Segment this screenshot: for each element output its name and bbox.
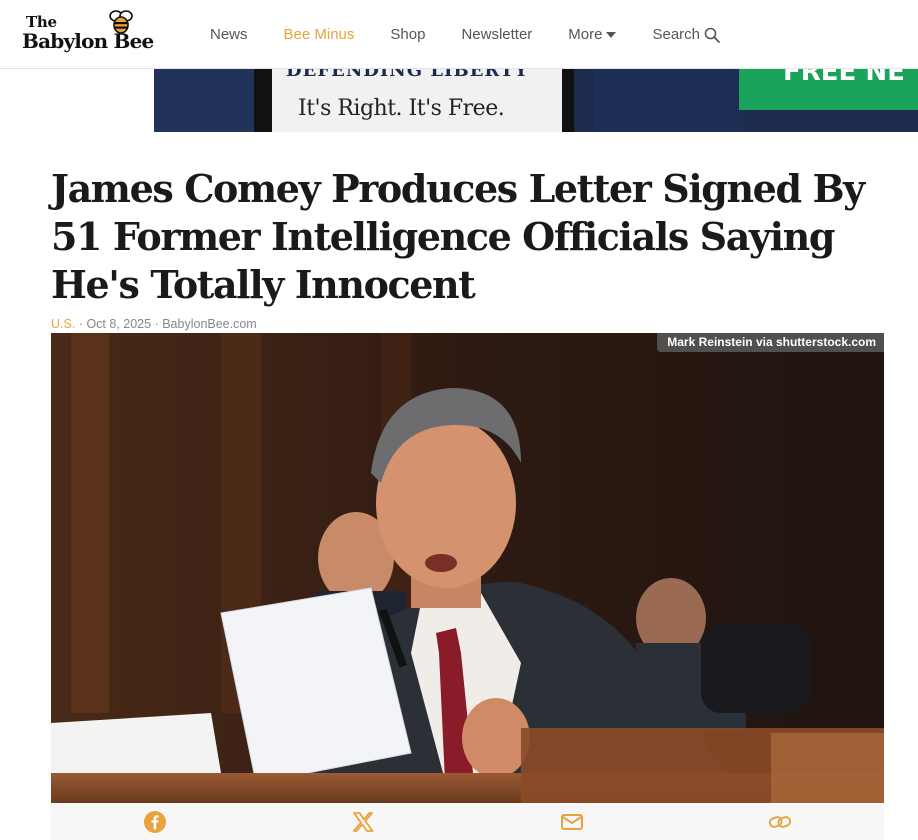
- babylon-bee-logo[interactable]: The Babylon Bee: [22, 10, 172, 56]
- email-icon: [560, 814, 583, 830]
- byline-separator: ·: [154, 317, 159, 331]
- link-icon: [768, 816, 792, 828]
- byline-separator: ·: [78, 317, 83, 331]
- category-link[interactable]: U.S.: [51, 317, 75, 331]
- ad-card-main-text: It's Right. It's Free.: [298, 96, 505, 121]
- share-bar: [51, 804, 884, 840]
- ad-green-text: FREE NE: [783, 69, 905, 87]
- nav-item-search[interactable]: Search: [652, 26, 720, 43]
- facebook-icon: [144, 811, 167, 833]
- caret-down-icon: [606, 31, 617, 38]
- ad-green-block: FREE NE: [739, 69, 918, 110]
- nav-search-label: Search: [652, 26, 701, 43]
- site-header: The Babylon Bee News Bee Minus Shop News…: [0, 0, 918, 69]
- ad-panel-mid: [594, 69, 744, 132]
- search-icon: [704, 27, 720, 43]
- main-nav: News Bee Minus Shop Newsletter More Sear…: [192, 0, 738, 69]
- share-copy-link-button[interactable]: [768, 810, 792, 834]
- x-icon: [353, 812, 374, 832]
- nav-item-shop[interactable]: Shop: [390, 26, 425, 43]
- nav-item-bee-minus[interactable]: Bee Minus: [284, 26, 355, 43]
- nav-item-newsletter[interactable]: Newsletter: [461, 26, 532, 43]
- ad-card-top-text: DEFENDING LIBERTY: [286, 69, 529, 81]
- ad-card: DEFENDING LIBERTY It's Right. It's Free.: [272, 69, 562, 132]
- share-facebook-button[interactable]: [143, 810, 167, 834]
- ad-banner[interactable]: DEFENDING LIBERTY It's Right. It's Free.…: [154, 69, 918, 132]
- photo-credit: Mark Reinstein via shutterstock.com: [657, 333, 884, 352]
- logo-line-2: Babylon Bee: [22, 29, 154, 53]
- share-x-button[interactable]: [351, 810, 375, 834]
- article-headline: James Comey Produces Letter Signed By 51…: [51, 166, 865, 307]
- share-email-button[interactable]: [560, 810, 584, 834]
- article-source: BabylonBee.com: [162, 317, 257, 331]
- nav-more-label: More: [568, 26, 603, 43]
- ad-panel-left: [154, 69, 254, 132]
- article-byline: U.S. · Oct 8, 2025 · BabylonBee.com: [51, 317, 257, 331]
- nav-item-news[interactable]: News: [210, 26, 248, 43]
- article-hero-image: Mark Reinstein via shutterstock.com: [51, 333, 884, 803]
- article-date: Oct 8, 2025: [86, 317, 152, 331]
- nav-item-more[interactable]: More: [568, 26, 617, 43]
- hero-photo-illustration: [51, 333, 884, 803]
